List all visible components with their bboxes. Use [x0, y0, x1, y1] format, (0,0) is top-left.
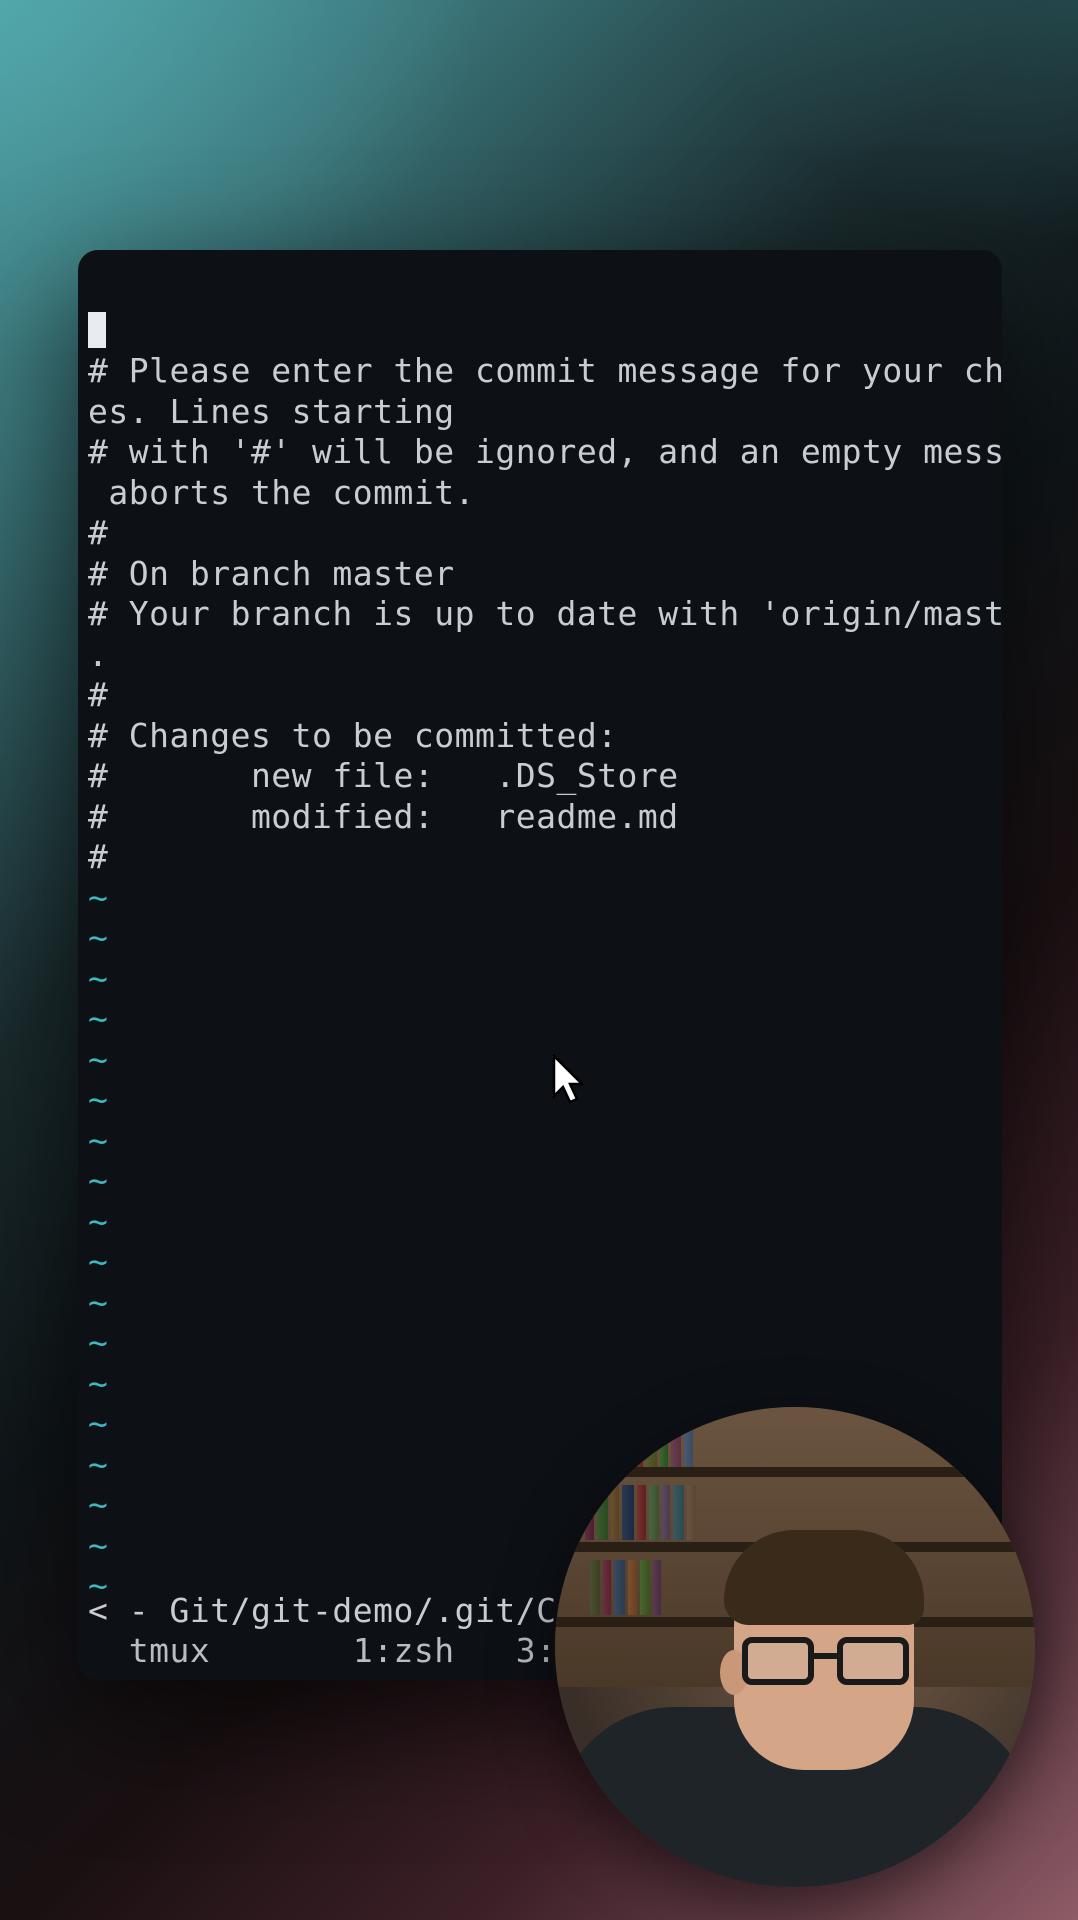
commit-comment-line: # Your branch is up to date with 'origin… [88, 594, 1002, 633]
commit-comment-line: # [88, 675, 108, 714]
commit-comment-line: . [88, 635, 108, 674]
commit-comment-line: aborts the commit. [88, 473, 475, 512]
webcam-scene [555, 1407, 1035, 1887]
person-silhouette [555, 1527, 1035, 1887]
webcam-overlay [555, 1407, 1035, 1887]
commit-comment-line: # On branch master [88, 554, 455, 593]
commit-comment-line: # Changes to be committed: [88, 716, 618, 755]
commit-comment-line: # modified: readme.md [88, 797, 679, 836]
commit-comment-line: # [88, 513, 108, 552]
commit-comment-line: es. Lines starting [88, 392, 455, 431]
commit-comment-line: # [88, 837, 108, 876]
commit-comment-line: # new file: .DS_Store [88, 756, 679, 795]
commit-comment-line: # Please enter the commit message for yo… [88, 351, 1002, 390]
tmux-session-name[interactable]: tmux [129, 1631, 210, 1670]
text-cursor [88, 312, 106, 348]
commit-comment-line: # with '#' will be ignored, and an empty… [88, 432, 1002, 471]
mouse-pointer-icon [550, 1054, 590, 1109]
tmux-window-1[interactable]: 1:zsh [353, 1631, 455, 1670]
